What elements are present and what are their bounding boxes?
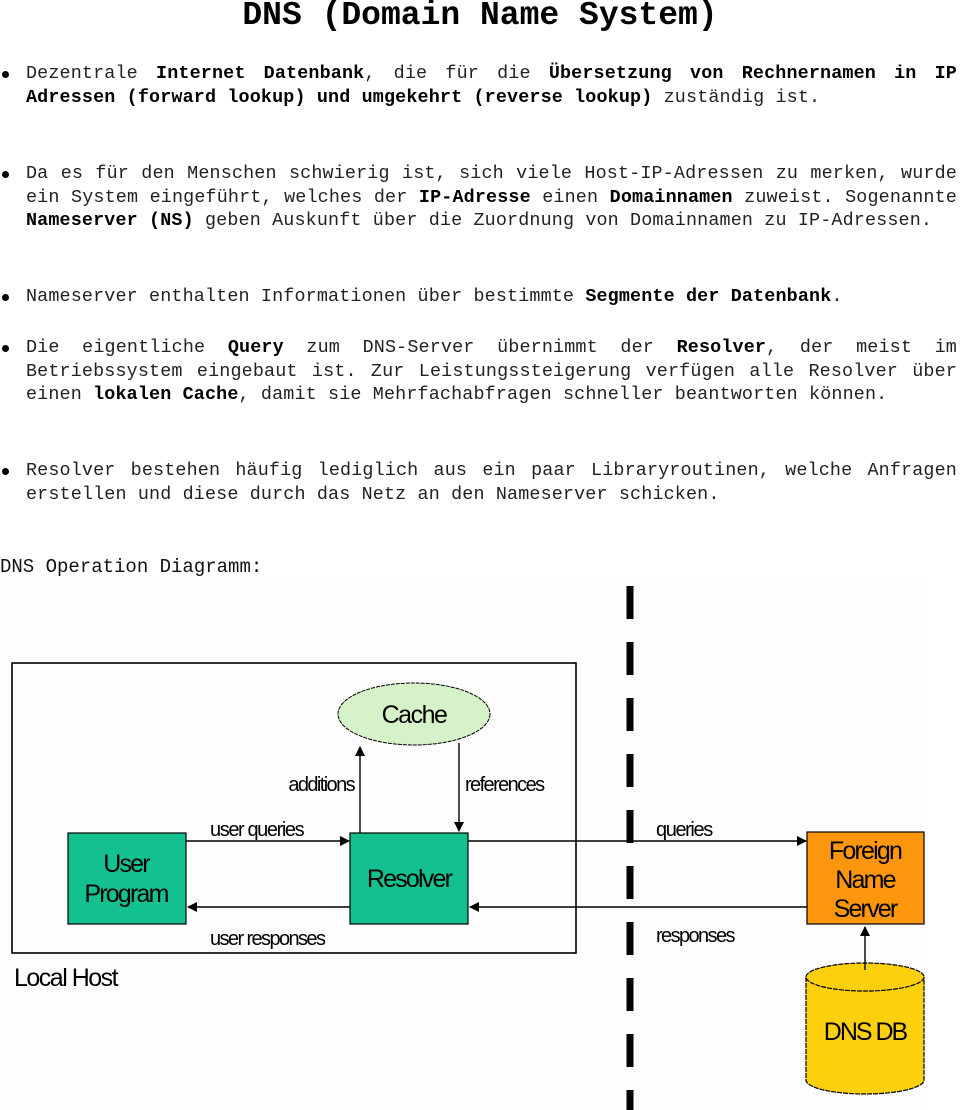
user-program-label-line2: Program	[84, 880, 168, 908]
resolver-label: Resolver	[367, 865, 453, 893]
foreign-name-server-label-line2: Name	[835, 866, 895, 894]
user-program-node	[67, 832, 187, 925]
cache-label: Cache	[382, 701, 447, 729]
foreign-name-server-label-line1: Foreign	[829, 837, 902, 865]
additions-label: additions	[288, 774, 355, 796]
queries-label: queries	[656, 819, 713, 841]
user-responses-label: user responses	[210, 928, 326, 950]
references-label: references	[465, 774, 545, 796]
foreign-name-server-label-line3: Server	[834, 895, 898, 923]
dns-operation-diagram: Local Host Cache additions references Us…	[0, 583, 926, 1110]
user-program-label-line1: User	[103, 850, 150, 878]
dns-db-label: DNS DB	[824, 1018, 908, 1046]
local-host-label: Local Host	[14, 964, 119, 992]
user-queries-label: user queries	[210, 819, 305, 841]
responses-label: responses	[656, 925, 735, 947]
